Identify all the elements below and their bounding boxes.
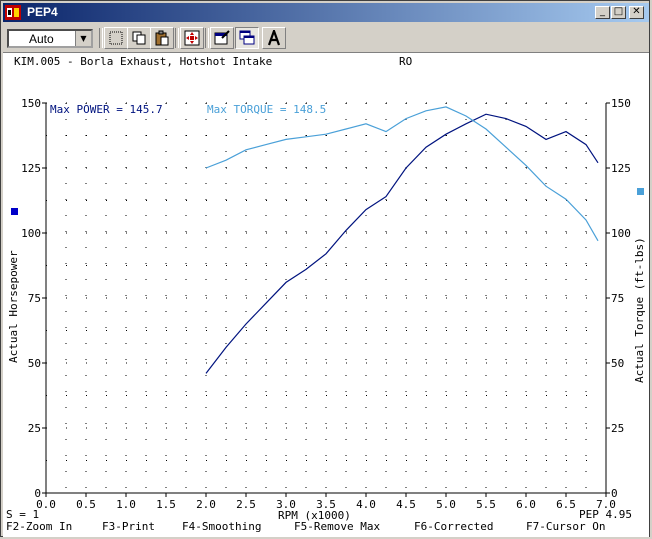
x-tick-label: 5.0 <box>436 498 456 511</box>
max-torque-label: Max TORQUE = 148.5 <box>207 103 326 116</box>
function-key-bar: F2-Zoom In F3-Print F4-Smoothing F5-Remo… <box>3 520 649 536</box>
y2-tick-label: 0 <box>611 487 618 500</box>
x-tick-label: 5.5 <box>476 498 496 511</box>
dyno-chart-area[interactable]: KIM.005 - Borla Exhaust, Hotshot Intake … <box>3 52 649 537</box>
clipboard-icon <box>155 30 169 46</box>
window-title: PEP4 <box>27 5 58 19</box>
chart-series <box>205 106 599 374</box>
x-tick-label: 1.5 <box>156 498 176 511</box>
toolbar: Auto ▼ <box>3 24 649 51</box>
power-curve <box>205 113 599 374</box>
font-button[interactable] <box>262 27 286 49</box>
zoom-select[interactable]: Auto ▼ <box>7 29 93 48</box>
toolbar-separator <box>205 28 209 48</box>
properties-icon <box>214 30 230 45</box>
x-tick-label: 2.5 <box>236 498 256 511</box>
y-tick-label: 0 <box>34 487 41 500</box>
close-button[interactable]: ✕ <box>629 6 644 19</box>
dotted-rect-icon <box>109 31 123 45</box>
torque-legend-marker <box>637 188 644 195</box>
power-legend-marker <box>11 208 18 215</box>
cascade-windows-icon <box>239 30 255 45</box>
y2-tick-label: 50 <box>611 357 624 370</box>
minimize-button[interactable]: _ <box>595 6 610 19</box>
properties-button[interactable] <box>210 27 234 49</box>
maximize-button[interactable]: □ <box>611 6 626 19</box>
letter-a-icon <box>267 30 281 46</box>
x-tick-label: 4.0 <box>356 498 376 511</box>
y-tick-label: 100 <box>21 227 41 240</box>
y-tick-label: 25 <box>28 422 41 435</box>
x-tick-label: 6.5 <box>556 498 576 511</box>
copy-button[interactable] <box>127 27 151 49</box>
x-tick-label: 0.5 <box>76 498 96 511</box>
chevron-down-icon[interactable]: ▼ <box>75 31 91 46</box>
y-tick-label: 75 <box>28 292 41 305</box>
move-arrows-icon <box>184 30 200 46</box>
y-axis-label: Actual Horsepower <box>7 250 20 363</box>
y2-tick-label: 75 <box>611 292 624 305</box>
x-tick-label: 1.0 <box>116 498 136 511</box>
y2-tick-label: 25 <box>611 422 624 435</box>
x-tick-label: 4.5 <box>396 498 416 511</box>
x-tick-label: 2.0 <box>196 498 216 511</box>
f2-zoom-in-key[interactable]: F2-Zoom In <box>6 520 72 533</box>
f7-cursor-on-key[interactable]: F7-Cursor On <box>526 520 605 533</box>
title-bar[interactable]: PEP4 _ □ ✕ <box>3 3 649 22</box>
dyno-chart: 0.0 0.5 1.0 1.5 2.0 2.5 3.0 3.5 4.0 4.5 5.0 5.5 6.0 6… <box>7 97 646 522</box>
copy-icon <box>132 31 146 45</box>
toolbar-separator <box>175 28 179 48</box>
pep-app-icon <box>5 5 21 20</box>
y2-axis-label: Actual Torque (ft-lbs) <box>633 237 646 383</box>
zoom-select-value: Auto <box>29 32 54 46</box>
f3-print-key[interactable]: F3-Print <box>102 520 155 533</box>
y-tick-label: 125 <box>21 162 41 175</box>
f6-corrected-key[interactable]: F6-Corrected <box>414 520 493 533</box>
overlay-view-button[interactable] <box>235 27 259 49</box>
y2-tick-label: 150 <box>611 97 631 110</box>
y2-tick-label: 100 <box>611 227 631 240</box>
y-tick-label: 150 <box>21 97 41 110</box>
fit-view-button[interactable] <box>180 27 204 49</box>
select-region-button[interactable] <box>104 27 128 49</box>
chart-ticks: 0.0 0.5 1.0 1.5 2.0 2.5 3.0 3.5 4.0 4.5 5.0 5.5 6.0 6… <box>21 97 631 511</box>
toolbar-separator <box>99 28 103 48</box>
paste-button[interactable] <box>150 27 174 49</box>
x-tick-label: 6.0 <box>516 498 536 511</box>
app-window: PEP4 _ □ ✕ Auto ▼ KIM.005 - Borla Exhaus… <box>0 0 650 537</box>
max-power-label: Max POWER = 145.7 <box>50 103 163 116</box>
y-tick-label: 50 <box>28 357 41 370</box>
y2-tick-label: 125 <box>611 162 631 175</box>
f4-smoothing-key[interactable]: F4-Smoothing <box>182 520 261 533</box>
f5-remove-max-key[interactable]: F5-Remove Max <box>294 520 380 533</box>
